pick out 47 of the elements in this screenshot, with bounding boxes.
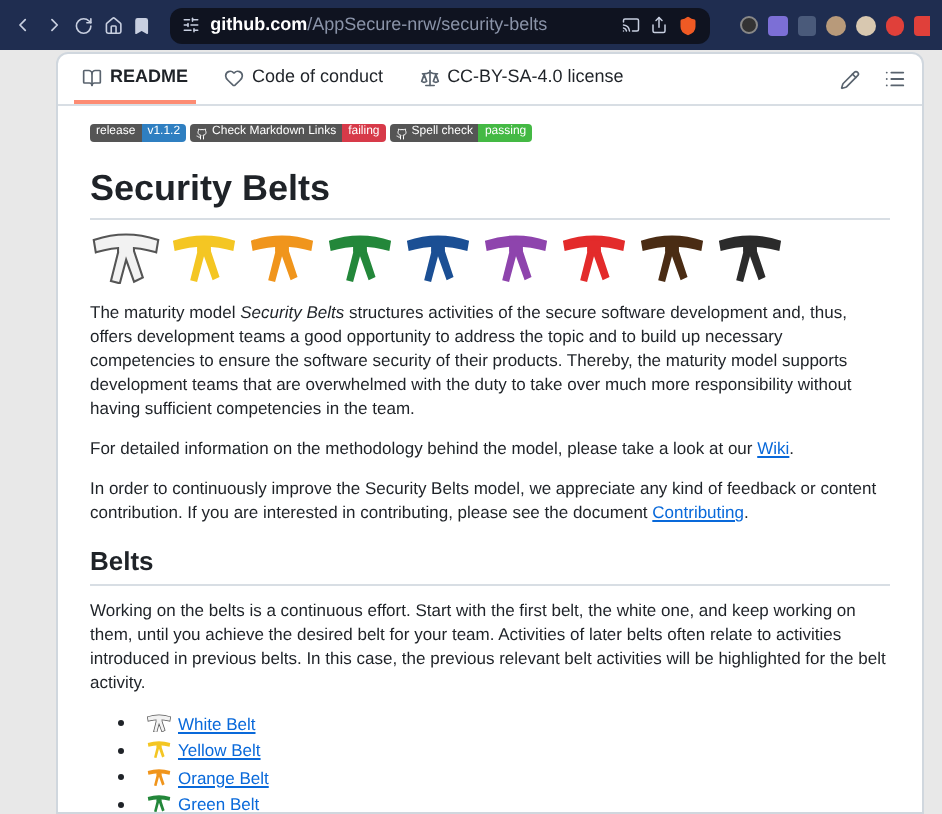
belt-icon (168, 232, 240, 284)
belt-icon (90, 232, 162, 284)
book-icon (82, 67, 102, 87)
edit-icon[interactable] (840, 69, 860, 89)
belt-icon (146, 740, 172, 760)
belt-link[interactable]: Orange Belt (178, 765, 269, 790)
belt-icon (558, 232, 630, 284)
home-icon[interactable] (103, 15, 123, 35)
cast-icon[interactable] (622, 16, 641, 34)
bullet (118, 747, 124, 754)
belt-icon (636, 232, 708, 284)
belt-link[interactable]: Green Belt (178, 792, 260, 812)
url-text: github.com/AppSecure-nrw/security-belts (210, 11, 548, 38)
belt-icon (146, 713, 172, 733)
share-icon[interactable] (650, 16, 669, 34)
shield-icon[interactable] (678, 15, 699, 35)
bullet (118, 801, 124, 808)
belt-icon (146, 794, 172, 812)
link[interactable]: Wiki (757, 437, 790, 458)
paragraph: Working on the belts is a continuous effort. Start with the first belt, the white one, and keep working on them, until you achieve the desired belt for your team. Activities of later belts often relate to activities introduced in previous belts. In this case, the previous relevant belt activities will be highlighted for the belt activity. (90, 597, 888, 694)
bullet (118, 720, 124, 727)
paragraph: For detailed information on the methodology behind the model, please take a look at our Wiki. (90, 435, 797, 460)
address-bar[interactable]: github.com/AppSecure-nrw/security-belts (170, 7, 711, 43)
belt-icon (402, 232, 474, 284)
reload-icon[interactable] (74, 15, 94, 35)
belt-icon (324, 232, 396, 284)
page-title: Security Belts (90, 166, 890, 220)
scale-icon (419, 67, 440, 87)
paragraph: The maturity model Security Belts structures activities of the secure software development and, thus, offers development teams a good opportunity to address the topic and to build up necessary competencies to ensure the software security of their products. Thereby, the maturity model supports development teams that are overwhelmed with the duty to take over much more responsibility without having sufficient competencies in the team. (90, 299, 854, 420)
tab[interactable]: CC-BY-SA-4.0 license (411, 54, 632, 104)
heart-icon (224, 67, 245, 87)
tab[interactable]: README (74, 54, 197, 104)
outline-icon[interactable] (884, 68, 906, 90)
link[interactable]: Contributing (652, 501, 744, 522)
tab[interactable]: Code of conduct (216, 54, 392, 104)
bullet (118, 774, 124, 781)
belt-icon (146, 767, 172, 787)
extension-icon[interactable] (826, 15, 847, 35)
site-settings-icon[interactable] (182, 16, 201, 34)
belt-icon (714, 232, 786, 284)
section-heading: Belts (90, 543, 890, 586)
paragraph: In order to continuously improve the Security Belts model, we appreciate any kind of feedback or content contribution. If you are interested in contributing, please see the document Contributing. (90, 475, 879, 524)
belt-icon (480, 232, 552, 284)
belt-icon (246, 232, 318, 284)
bookmark-icon[interactable] (132, 15, 153, 35)
belt-link[interactable]: White Belt (178, 711, 256, 736)
belt-link[interactable]: Yellow Belt (178, 738, 261, 763)
